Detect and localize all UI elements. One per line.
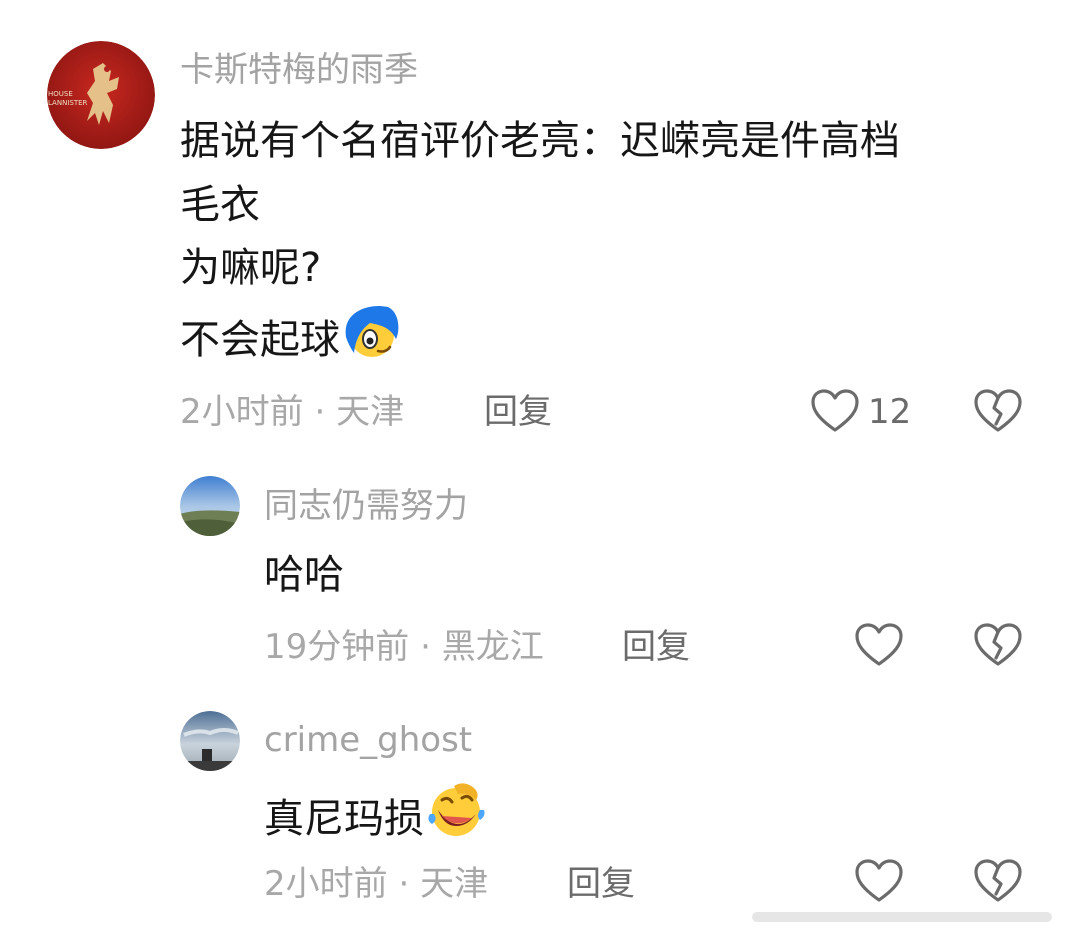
comment-text: 哈哈 [264, 552, 344, 598]
heart-outline-icon [855, 623, 903, 666]
reply-button[interactable]: 回复 [567, 862, 635, 906]
comment-location: 黑龙江 [441, 627, 544, 667]
comment-line: 毛衣 [180, 181, 260, 228]
dislike-button[interactable] [973, 858, 1023, 904]
heart-outline-icon [855, 859, 903, 902]
dislike-button[interactable] [973, 388, 1023, 434]
meta-separator: · [314, 392, 326, 432]
broken-heart-icon [974, 859, 1022, 902]
avatar-badge-text: HOUSE LANNISTER [48, 90, 88, 107]
broken-heart-icon [974, 623, 1022, 666]
dislike-button[interactable] [973, 622, 1023, 668]
comment-time: 2小时前 [180, 392, 304, 432]
username[interactable]: crime_ghost [264, 718, 472, 762]
like-button[interactable] [810, 388, 860, 434]
comment-line-text: 不会起球 [180, 316, 340, 363]
heart-outline-icon [811, 389, 859, 432]
comment-location: 天津 [336, 392, 405, 432]
laughing-crying-emoji [424, 780, 488, 856]
like-count: 12 [868, 392, 912, 432]
reply-button[interactable]: 回复 [484, 390, 552, 434]
watermark [752, 906, 1072, 928]
comment-text-body: 真尼玛损 [264, 796, 424, 842]
comment-text: 真尼玛损 [264, 780, 488, 856]
comment-time: 19分钟前 [264, 627, 410, 667]
comment-line: 不会起球 [180, 301, 900, 381]
username[interactable]: 同志仍需努力 [264, 484, 468, 528]
comment-meta: 2小时前 · 天津 [180, 390, 404, 434]
meta-separator: · [398, 864, 410, 904]
comment-line: 据说有个名宿评价老亮：迟嵘亮是件高档 [180, 118, 900, 164]
username[interactable]: 卡斯特梅的雨季 [180, 48, 418, 92]
comment-location: 天津 [420, 864, 489, 904]
comment-time: 2小时前 [264, 864, 388, 904]
comment-meta: 19分钟前 · 黑龙江 [264, 625, 544, 669]
comment-text: 据说有个名宿评价老亮：迟嵘亮是件高档 毛衣 为嘛呢? 不会起球 [180, 110, 900, 380]
broken-heart-icon [974, 389, 1022, 432]
comment-line: 为嘛呢? [180, 245, 322, 291]
avatar[interactable] [180, 711, 240, 771]
like-button[interactable] [854, 622, 904, 668]
like-button[interactable] [854, 858, 904, 904]
cool-dude-emoji [340, 301, 400, 381]
avatar[interactable] [180, 476, 240, 536]
meta-separator: · [420, 627, 431, 667]
comment-meta: 2小时前 · 天津 [264, 862, 488, 906]
reply-button[interactable]: 回复 [622, 625, 690, 669]
